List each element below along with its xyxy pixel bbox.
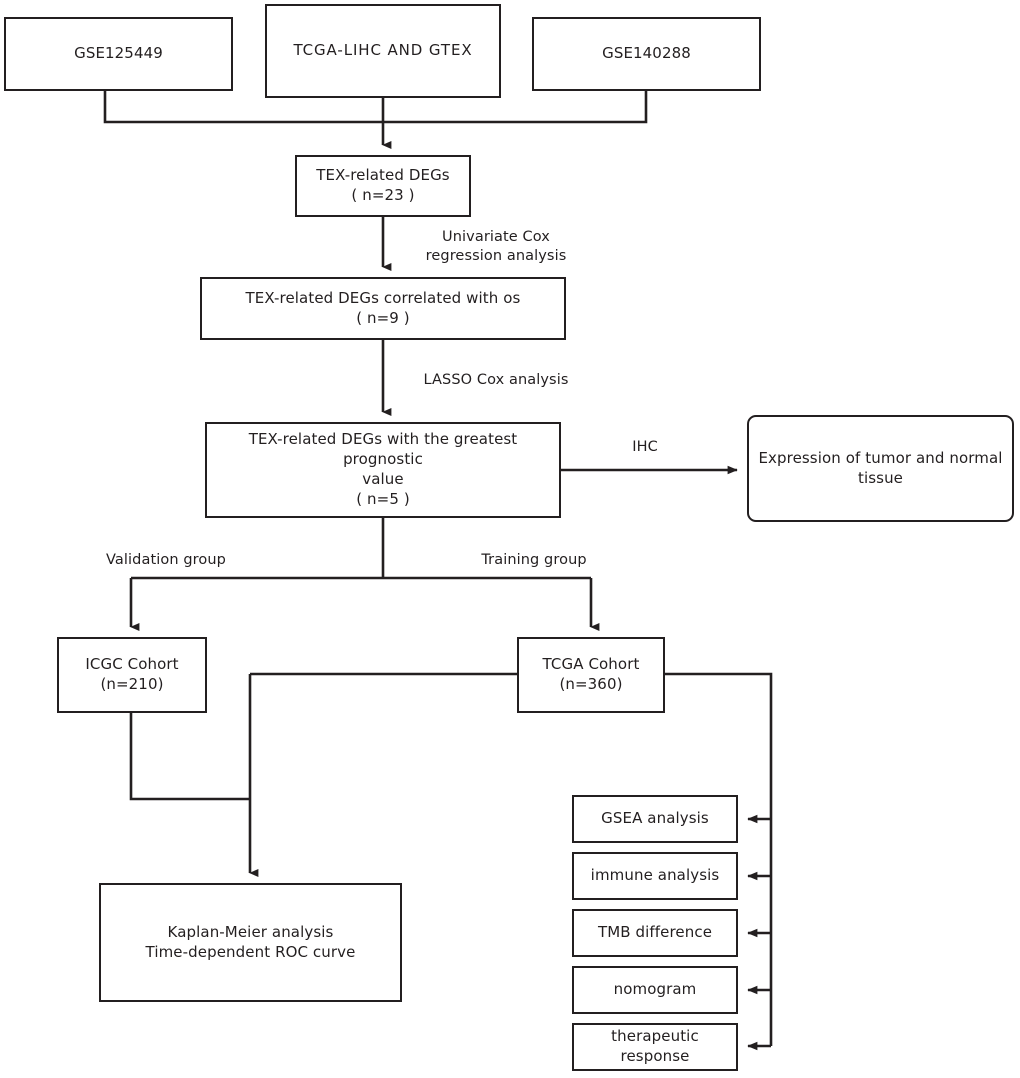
node-tex-related-degs-greatest-prognostic-value[interactable]: TEX-related DEGs with the greatest progn… xyxy=(205,422,561,518)
node-tcga-cohort[interactable]: TCGA Cohort (n=360) xyxy=(517,637,665,713)
node-kaplan-meier-roc[interactable]: Kaplan-Meier analysis Time-dependent ROC… xyxy=(99,883,402,1002)
node-icgc-cohort[interactable]: ICGC Cohort (n=210) xyxy=(57,637,207,713)
node-immune-analysis[interactable]: immune analysis xyxy=(572,852,738,900)
edge-label-lasso-cox: LASSO Cox analysis xyxy=(423,372,569,388)
node-tmb-difference[interactable]: TMB difference xyxy=(572,909,738,957)
node-tcga-lihc-and-gtex[interactable]: TCGA-LIHC AND GTEX xyxy=(265,4,501,98)
edge-label-ihc: IHC xyxy=(632,439,658,455)
node-tex-related-degs[interactable]: TEX-related DEGs ( n=23 ) xyxy=(295,155,471,217)
edge-label-training-group: Training group xyxy=(481,552,587,568)
node-gsea-analysis[interactable]: GSEA analysis xyxy=(572,795,738,843)
edge-label-validation-group: Validation group xyxy=(106,552,226,568)
node-expression-of-tumor-and-normal-tissue[interactable]: Expression of tumor and normal tissue xyxy=(747,415,1014,522)
edge-label-univariate-cox: Univariate Cox regression analysis xyxy=(425,229,567,264)
node-gse125449[interactable]: GSE125449 xyxy=(4,17,233,91)
node-gse140288[interactable]: GSE140288 xyxy=(532,17,761,91)
flowchart-canvas: GSE125449 TCGA-LIHC AND GTEX GSE140288 T… xyxy=(0,0,1020,1078)
node-tex-related-degs-correlated-with-os[interactable]: TEX-related DEGs correlated with os ( n=… xyxy=(200,277,566,340)
connector-icgc-to-kmriser xyxy=(129,713,250,801)
node-nomogram[interactable]: nomogram xyxy=(572,966,738,1014)
node-therapeutic-response[interactable]: therapeutic response xyxy=(572,1023,738,1071)
